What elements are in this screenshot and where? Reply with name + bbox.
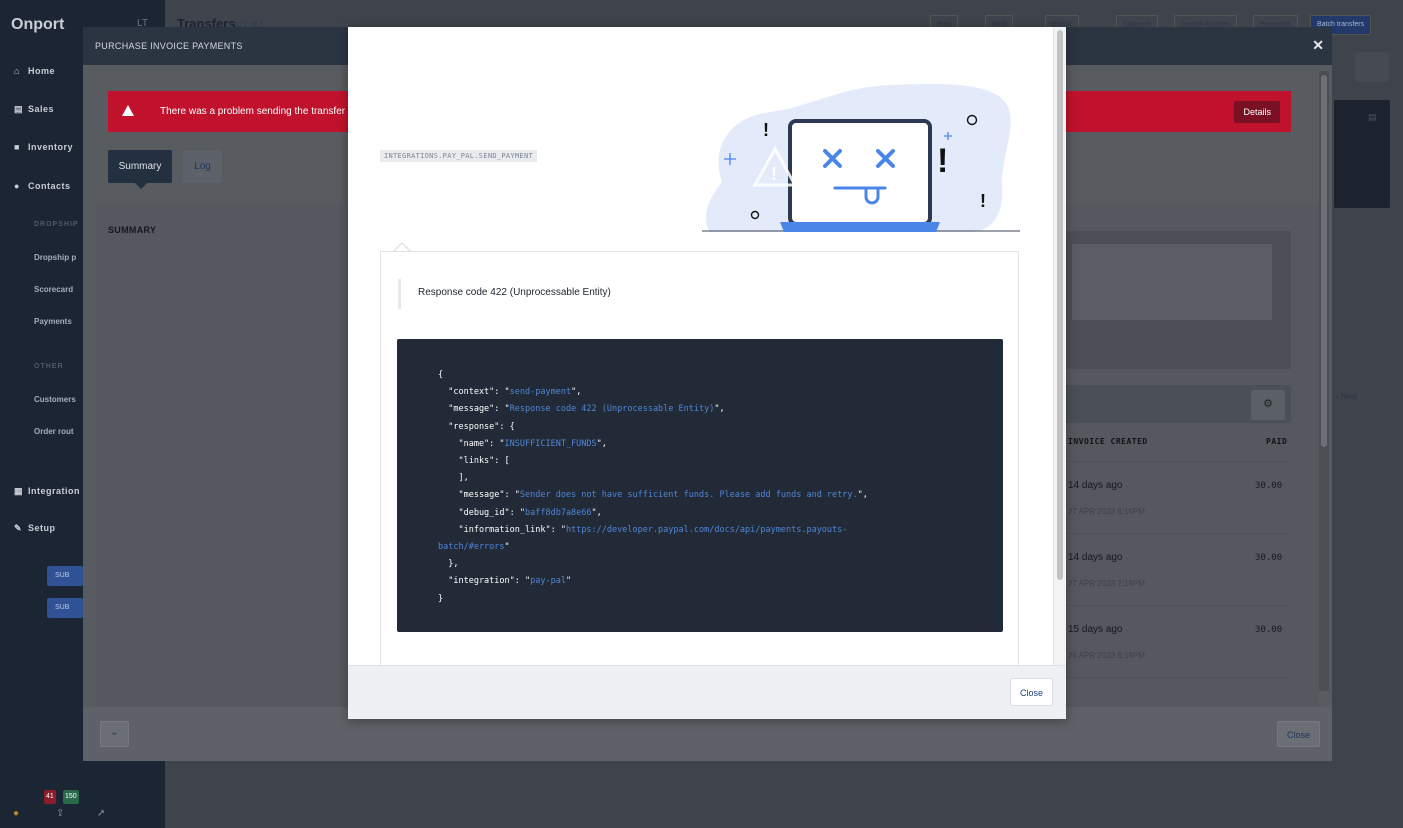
success-count-badge[interactable]: 150 [63, 790, 79, 804]
user-icon: ● [14, 181, 20, 191]
sidebar-item-integrations[interactable]: ▦ Integration [14, 486, 80, 497]
sidebar-item-scorecard[interactable]: Scorecard [34, 285, 73, 294]
sidebar-item-payments[interactable]: Payments [34, 317, 72, 326]
row-divider [1068, 533, 1290, 534]
row-created: 15 days ago [1068, 624, 1123, 635]
details-button[interactable]: Details [1234, 101, 1280, 123]
column-paid[interactable]: PAID [1266, 437, 1287, 446]
bg-filter-box[interactable] [1355, 52, 1389, 82]
wrench-icon: ✎ [14, 523, 23, 533]
close-button[interactable]: Close [1277, 721, 1320, 747]
chevron-down-icon[interactable]: ⌄ [100, 721, 129, 747]
bookmark-icon: ■ [14, 142, 20, 152]
column-invoice-created[interactable]: INVOICE CREATED [1068, 437, 1148, 446]
close-button[interactable]: Close [1010, 678, 1053, 706]
sidebar-item-inventory[interactable]: ■ Inventory [14, 142, 73, 152]
grid-icon: ▦ [14, 486, 24, 496]
scrollbar[interactable] [1053, 27, 1066, 665]
sidebar-item-home[interactable]: ⌂ Home [14, 66, 55, 76]
sidebar-item-setup[interactable]: ✎ Setup [14, 523, 56, 534]
section-other: OTHER [34, 363, 64, 370]
row-date: 26 APR 2023 5:18PM [1068, 651, 1145, 660]
error-message: Response code 422 (Unprocessable Entity) [398, 279, 611, 309]
section-dropship: DROPSHIP [34, 221, 79, 228]
bg-card [1334, 100, 1390, 208]
svg-text:!: ! [980, 191, 986, 211]
warning-icon [122, 105, 134, 116]
tab-log[interactable]: Log [183, 150, 222, 183]
notes-textarea[interactable] [1071, 243, 1273, 321]
row-date: 27 APR 2023 6:16PM [1068, 507, 1145, 516]
row-date: 27 APR 2023 7:18PM [1068, 579, 1145, 588]
row-divider [1068, 605, 1290, 606]
home-icon: ⌂ [14, 66, 20, 76]
sidebar-item-order-routing[interactable]: Order rout [34, 427, 74, 436]
row-divider [1068, 461, 1290, 462]
table-icon: ▤ [1368, 112, 1377, 122]
broken-laptop-illustration: ! ! ! ! ! [702, 83, 1020, 232]
upload-icon[interactable]: ⇪ [56, 808, 64, 819]
svg-text:!: ! [771, 164, 777, 184]
close-icon[interactable]: ✕ [1312, 37, 1324, 54]
error-json-block: { "context": "send-payment", "message": … [397, 339, 1003, 632]
row-paid: 30.00 [1255, 625, 1283, 635]
status-dot-icon: ● [13, 808, 20, 819]
row-created: 14 days ago [1068, 480, 1123, 491]
settings-icon[interactable]: ⚙ [1251, 390, 1285, 420]
svg-text:!: ! [763, 120, 769, 140]
sidebar-item-dropship[interactable]: Dropship p [34, 253, 76, 262]
modal-title: PURCHASE INVOICE PAYMENTS [95, 41, 243, 51]
app-logo: Onport [11, 16, 65, 33]
alert-text: There was a problem sending the transfer [160, 106, 346, 117]
svg-text:!: ! [937, 142, 948, 180]
error-code-tag: INTEGRATIONS.PAY_PAL.SEND_PAYMENT [380, 150, 537, 162]
scrollbar[interactable] [1319, 71, 1329, 691]
error-count-badge[interactable]: 41 [44, 790, 56, 804]
sidebar-item-contacts[interactable]: ● Contacts [14, 181, 71, 191]
sidebar-item-sales[interactable]: ▤ Sales [14, 104, 54, 115]
row-divider [1068, 677, 1290, 678]
sidebar-submit-button-1[interactable]: SUB [47, 566, 83, 586]
error-detail-modal: INTEGRATIONS.PAY_PAL.SEND_PAYMENT ! ! ! … [348, 27, 1066, 719]
sidebar-submit-button-2[interactable]: SUB [47, 598, 83, 618]
sidebar-item-customers[interactable]: Customers [34, 395, 76, 404]
row-paid: 30.00 [1255, 553, 1283, 563]
modal-footer [348, 665, 1066, 719]
tab-summary[interactable]: Summary [108, 150, 172, 189]
cart-icon: ▤ [14, 104, 24, 114]
bg-next-link[interactable]: ‹ Next [1336, 392, 1357, 401]
row-created: 14 days ago [1068, 552, 1123, 563]
summary-heading: SUMMARY [108, 225, 157, 235]
rocket-icon[interactable]: ➚ [97, 808, 105, 819]
row-paid: 30.00 [1255, 481, 1283, 491]
error-card: Response code 422 (Unprocessable Entity)… [380, 251, 1019, 671]
